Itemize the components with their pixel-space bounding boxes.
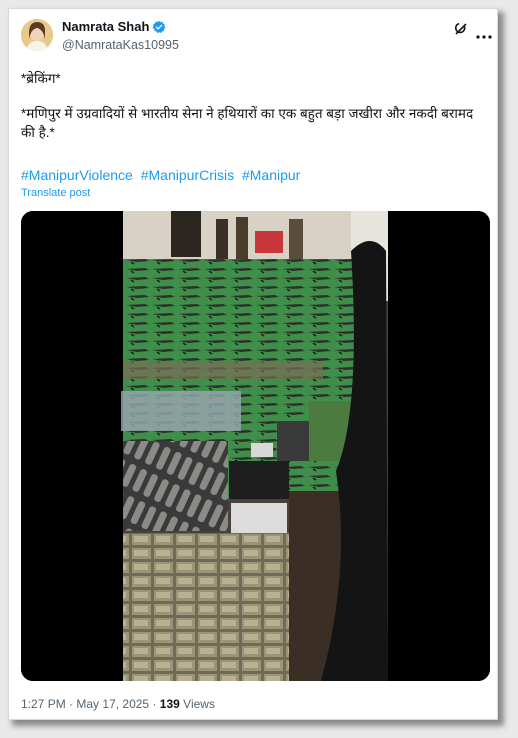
hashtag-link[interactable]: #ManipurViolence: [21, 167, 133, 183]
verified-badge-icon: [152, 20, 166, 34]
separator: ·: [152, 697, 157, 711]
post-date[interactable]: May 17, 2025: [76, 697, 149, 711]
views-label: Views: [183, 697, 215, 711]
video-frame: [21, 211, 490, 681]
avatar[interactable]: [21, 19, 53, 51]
translate-post-link[interactable]: Translate post: [21, 187, 90, 199]
author-row: Namrata Shah: [62, 19, 166, 34]
hashtag-link[interactable]: #Manipur: [242, 167, 300, 183]
post-text-body: *मणिपुर में उग्रवादियों से भारतीय सेना न…: [21, 106, 474, 140]
more-options-icon[interactable]: [475, 27, 493, 39]
author-name[interactable]: Namrata Shah: [62, 19, 149, 34]
grok-icon[interactable]: [453, 21, 469, 37]
post-time[interactable]: 1:27 PM: [21, 697, 66, 711]
separator: ·: [69, 697, 74, 711]
views-count: 139: [159, 697, 180, 711]
hashtags: #ManipurViolence #ManipurCrisis #Manipur: [21, 167, 304, 183]
tweet-card: Namrata Shah @NamrataKas10995 *ब्रेकिंग*…: [8, 8, 498, 720]
post-text-line1: *ब्रेकिंग*: [21, 71, 61, 86]
video-player[interactable]: [21, 211, 490, 681]
author-handle[interactable]: @NamrataKas10995: [62, 38, 179, 52]
hashtag-link[interactable]: #ManipurCrisis: [141, 167, 234, 183]
post-meta: 1:27 PM · May 17, 2025 · 139 Views: [21, 697, 215, 711]
